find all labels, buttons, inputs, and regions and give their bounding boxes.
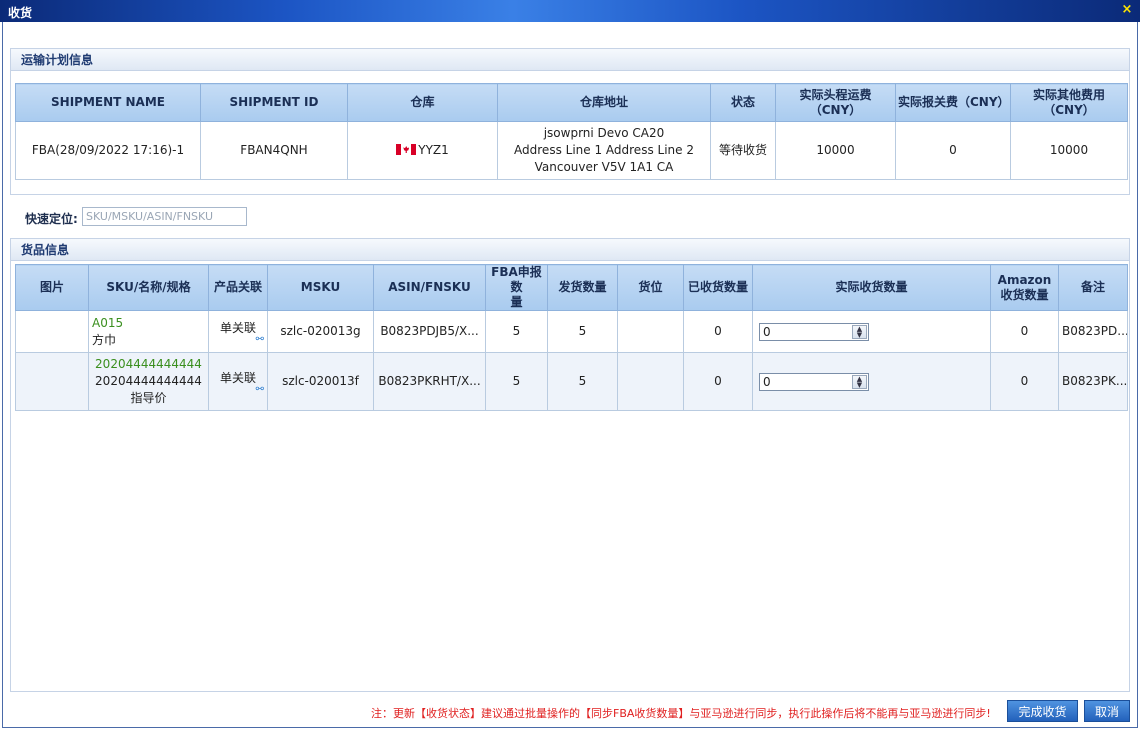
actual-received-value: 0	[763, 324, 771, 339]
msku: szlc-020013f	[267, 352, 374, 411]
col-status: 状态	[710, 83, 776, 122]
col-warehouse: 仓库	[347, 83, 498, 122]
complete-receipt-button[interactable]: 完成收货	[1007, 700, 1078, 722]
footer-warning: 注：更新【收货状态】建议通过批量操作的【同步FBA收货数量】与亚马逊进行同步，执…	[371, 707, 991, 720]
col-sku: SKU/名称/规格	[88, 264, 209, 311]
product-image	[15, 310, 89, 353]
fba-qty: 5	[485, 310, 548, 353]
col-image: 图片	[15, 264, 89, 311]
actual-received-value: 0	[763, 374, 771, 389]
asin: B0823PDJB5/X...	[373, 310, 486, 353]
location	[617, 310, 684, 353]
ship-qty: 5	[547, 310, 618, 353]
warehouse-cell: YYZ1	[347, 121, 498, 180]
col-customs-fee: 实际报关费（CNY）	[895, 83, 1011, 122]
quick-locate-label: 快速定位:	[25, 212, 78, 226]
received-qty: 0	[683, 310, 753, 353]
sku-cell: 20204444444444 20204444444444指导价	[88, 352, 209, 411]
col-other-fee: 实际其他费用 （CNY）	[1010, 83, 1128, 122]
col-note: 备注	[1058, 264, 1128, 311]
shipment-row: FBA(28/09/2022 17:16)-1 FBAN4QNH YYZ1 js…	[15, 121, 1128, 180]
col-freight: 实际头程运费 （CNY）	[775, 83, 896, 122]
close-icon[interactable]: ×	[1120, 2, 1134, 18]
address-line-1: jsowprni Devo CA20	[543, 126, 665, 140]
actual-received-stepper[interactable]: 0 ▲ ▼	[759, 372, 869, 391]
col-shipment-name: SHIPMENT NAME	[15, 83, 201, 122]
note: B0823PK...	[1058, 352, 1128, 411]
sku-code[interactable]: A015	[92, 315, 205, 332]
col-warehouse-address: 仓库地址	[497, 83, 711, 122]
shipment-id: FBAN4QNH	[200, 121, 348, 180]
table-row: A015 方巾 单关联 ⚯ szlc-020013g B0823PDJB5/X.…	[15, 310, 1128, 353]
product-image	[15, 352, 89, 411]
goods-table: 图片 SKU/名称/规格 产品关联 MSKU ASIN/FNSKU FBA申报数…	[15, 264, 1128, 411]
freight-value: 10000	[775, 121, 896, 180]
cancel-button[interactable]: 取消	[1084, 700, 1130, 722]
actual-received-cell: 0 ▲ ▼	[752, 352, 991, 411]
received-qty: 0	[683, 352, 753, 411]
shipment-status: 等待收货	[710, 121, 776, 180]
customs-fee-value: 0	[895, 121, 1011, 180]
window-title: 收货	[8, 6, 33, 20]
msku: szlc-020013g	[267, 310, 374, 353]
address-line-3: Vancouver V5V 1A1 CA	[534, 160, 674, 174]
other-fee-value: 10000	[1010, 121, 1128, 180]
warehouse-address: jsowprni Devo CA20 Address Line 1 Addres…	[497, 121, 711, 180]
col-shipment-id: SHIPMENT ID	[200, 83, 348, 122]
shipment-header-row: SHIPMENT NAME SHIPMENT ID 仓库 仓库地址 状态 实际头…	[15, 83, 1128, 122]
col-msku: MSKU	[267, 264, 374, 311]
shipment-name: FBA(28/09/2022 17:16)-1	[15, 121, 201, 180]
relation-cell: 单关联 ⚯	[208, 352, 268, 411]
table-row: 20204444444444 20204444444444指导价 单关联 ⚯ s…	[15, 352, 1128, 411]
canada-flag-icon	[396, 144, 417, 155]
col-ship-qty: 发货数量	[547, 264, 618, 311]
col-location: 货位	[617, 264, 684, 311]
goods-header-row: 图片 SKU/名称/规格 产品关联 MSKU ASIN/FNSKU FBA申报数…	[15, 264, 1128, 311]
sku-code[interactable]: 20204444444444	[92, 356, 205, 373]
col-actual-received: 实际收货数量	[752, 264, 991, 311]
spinner-arrows-icon[interactable]: ▲ ▼	[852, 374, 867, 389]
ship-qty: 5	[547, 352, 618, 411]
shipment-panel-title: 运输计划信息	[11, 49, 1129, 71]
col-fba-qty: FBA申报数 量	[485, 264, 548, 311]
spinner-arrows-icon[interactable]: ▲ ▼	[852, 324, 867, 339]
quick-locate-input[interactable]	[82, 207, 247, 226]
col-amazon-received: Amazon 收货数量	[990, 264, 1059, 311]
note: B0823PD...	[1058, 310, 1128, 353]
goods-panel-title: 货品信息	[11, 239, 1129, 261]
warehouse-code: YYZ1	[418, 143, 449, 157]
col-received: 已收货数量	[683, 264, 753, 311]
product-name: 方巾	[92, 332, 117, 347]
address-line-2: Address Line 1 Address Line 2	[514, 143, 694, 157]
col-relation: 产品关联	[208, 264, 268, 311]
location	[617, 352, 684, 411]
amazon-received: 0	[990, 310, 1059, 353]
col-asin: ASIN/FNSKU	[373, 264, 486, 311]
sku-cell: A015 方巾	[88, 310, 209, 353]
fba-qty: 5	[485, 352, 548, 411]
actual-received-stepper[interactable]: 0 ▲ ▼	[759, 322, 869, 341]
amazon-received: 0	[990, 352, 1059, 411]
relation-cell: 单关联 ⚯	[208, 310, 268, 353]
product-name: 20204444444444指导价	[95, 374, 202, 405]
shipment-table: SHIPMENT NAME SHIPMENT ID 仓库 仓库地址 状态 实际头…	[15, 83, 1128, 180]
title-bar: 收货 ×	[0, 0, 1140, 22]
asin: B0823PKRHT/X...	[373, 352, 486, 411]
actual-received-cell: 0 ▲ ▼	[752, 310, 991, 353]
